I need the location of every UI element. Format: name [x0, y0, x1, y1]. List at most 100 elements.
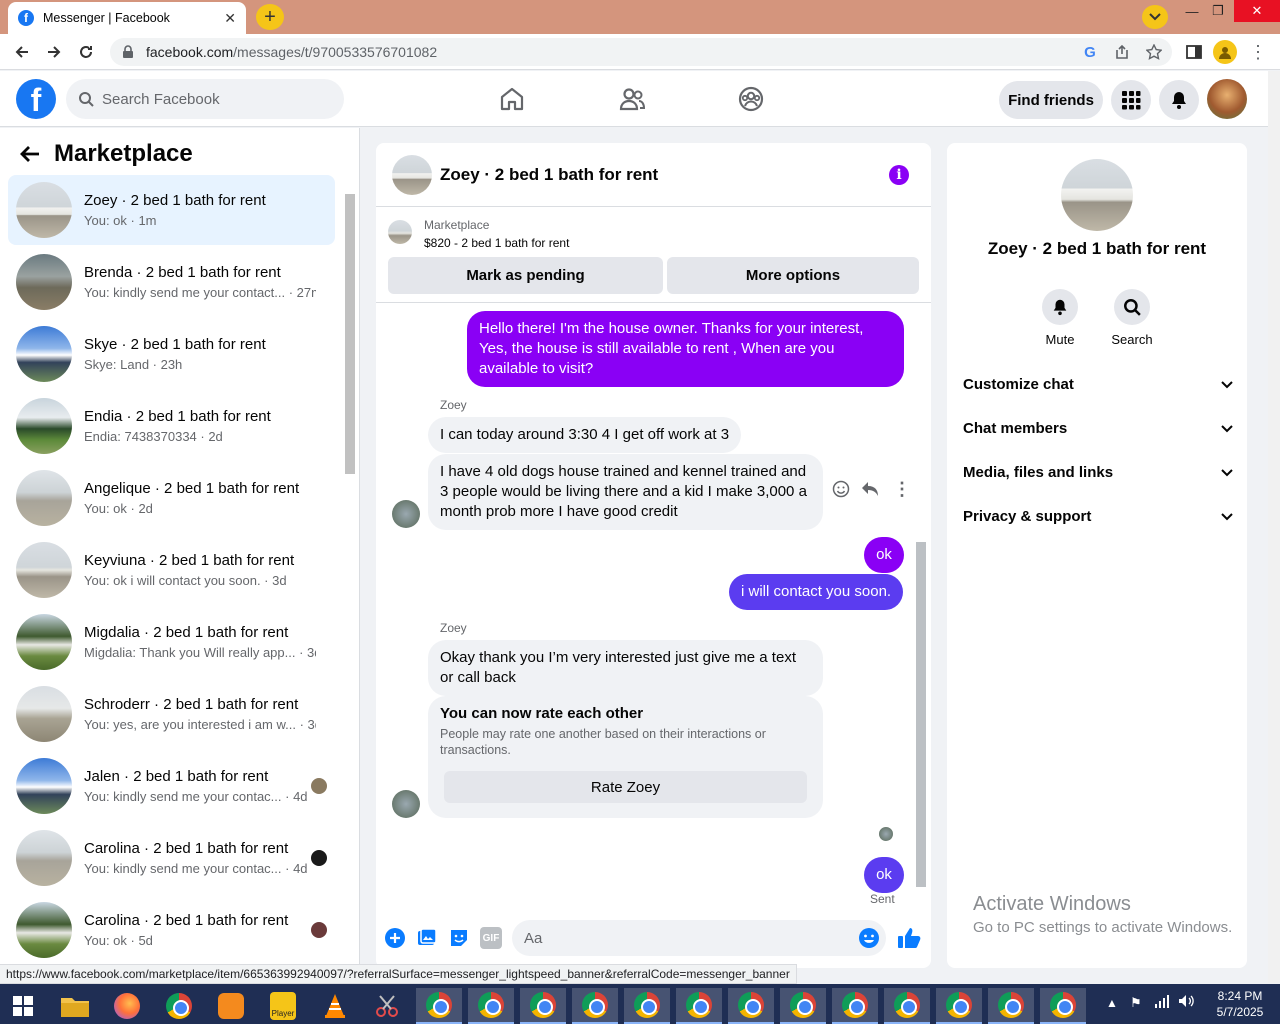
conversation-item[interactable]: Migdalia · 2 bed 1 bath for rent Migdalia…: [8, 607, 335, 677]
bookmark-star-icon[interactable]: [1142, 40, 1166, 64]
more-icon[interactable]: ⋮: [893, 479, 911, 500]
chrome-window-icon[interactable]: [624, 988, 670, 1024]
conversation-preview: You: ok i will contact you soon. · 3d: [84, 573, 287, 588]
start-windows-icon[interactable]: [0, 988, 46, 1024]
chrome-window-icon[interactable]: [728, 988, 774, 1024]
conversation-item[interactable]: Endia · 2 bed 1 bath for rent Endia: 7438…: [8, 391, 335, 461]
search-in-conversation-button[interactable]: Search: [1092, 289, 1172, 347]
listing-title[interactable]: $820 - 2 bed 1 bath for rent: [424, 236, 569, 250]
conversation-item[interactable]: Skye · 2 bed 1 bath for rent Skye: Land ·…: [8, 319, 335, 389]
conversation-item[interactable]: Schroderr · 2 bed 1 bath for rent You: ye…: [8, 679, 335, 749]
friends-icon[interactable]: [618, 85, 646, 113]
facebook-header: f Search Facebook Find friends: [0, 71, 1268, 127]
share-icon[interactable]: [1110, 40, 1134, 64]
conversation-item[interactable]: Angelique · 2 bed 1 bath for rent You: ok…: [8, 463, 335, 533]
conversation-name: Schroderr · 2 bed 1 bath for rent: [84, 696, 299, 713]
tab-close-icon[interactable]: ✕: [224, 10, 236, 27]
snipping-tool-icon[interactable]: [364, 988, 410, 1024]
page-scrollbar[interactable]: [1268, 71, 1280, 983]
chrome-window-icon[interactable]: [676, 988, 722, 1024]
customize-chat-row[interactable]: Customize chat: [963, 376, 1233, 393]
find-friends-button[interactable]: Find friends: [999, 81, 1103, 119]
arrow-right-icon: [48, 46, 61, 58]
back-button[interactable]: [10, 40, 34, 64]
reply-icon[interactable]: [861, 481, 879, 497]
network-signal-icon[interactable]: [1154, 994, 1170, 1008]
tab-search-button[interactable]: [1142, 5, 1168, 29]
chrome-icon[interactable]: [156, 988, 202, 1024]
volume-icon[interactable]: [1178, 994, 1194, 1008]
facebook-logo[interactable]: f: [16, 79, 56, 119]
forward-button[interactable]: [42, 40, 66, 64]
marketplace-label: Marketplace: [424, 218, 490, 232]
home-icon[interactable]: [498, 85, 526, 113]
rate-zoey-button[interactable]: Rate Zoey: [444, 771, 807, 803]
chrome-window-icon[interactable]: [468, 988, 514, 1024]
conversation-item[interactable]: Brenda · 2 bed 1 bath for rent You: kindl…: [8, 247, 335, 317]
chat-profile-photo[interactable]: [1061, 159, 1133, 231]
file-explorer-icon[interactable]: [52, 988, 98, 1024]
chat-title: Zoey · 2 bed 1 bath for rent: [440, 164, 659, 184]
more-options-button[interactable]: More options: [667, 257, 919, 294]
new-tab-button[interactable]: +: [256, 4, 284, 30]
chrome-window-icon[interactable]: [936, 988, 982, 1024]
plus-icon[interactable]: [384, 927, 406, 949]
chat-scrollbar[interactable]: [914, 307, 926, 907]
message-input[interactable]: Aa: [512, 920, 886, 956]
mute-button[interactable]: Mute: [1020, 289, 1100, 347]
chrome-menu-icon[interactable]: ⋮: [1246, 40, 1270, 64]
sticker-icon[interactable]: [448, 927, 470, 949]
chrome-window-icon[interactable]: [988, 988, 1034, 1024]
conversation-item[interactable]: Zoey · 2 bed 1 bath for rent You: ok · 1m: [8, 175, 335, 245]
photo-icon[interactable]: [416, 927, 438, 949]
uc-browser-icon[interactable]: [208, 988, 254, 1024]
restore-button[interactable]: ❐: [1198, 0, 1238, 22]
media-files-links-row[interactable]: Media, files and links: [963, 464, 1233, 481]
vlc-icon[interactable]: [312, 988, 358, 1024]
groups-icon[interactable]: [737, 85, 765, 113]
mark-as-pending-button[interactable]: Mark as pending: [388, 257, 663, 294]
firefox-icon[interactable]: [104, 988, 150, 1024]
emoji-icon[interactable]: [858, 927, 880, 949]
tab-messenger[interactable]: f Messenger | Facebook ✕: [8, 2, 246, 34]
profile-icon[interactable]: [1213, 40, 1237, 64]
account-avatar[interactable]: [1207, 79, 1247, 119]
chrome-window-icon[interactable]: [416, 988, 462, 1024]
marketplace-header: Marketplace: [20, 140, 193, 168]
chrome-window-icon[interactable]: [780, 988, 826, 1024]
search-facebook[interactable]: Search Facebook: [66, 79, 344, 119]
menu-grid-icon[interactable]: [1111, 80, 1151, 120]
reload-button[interactable]: [74, 40, 98, 64]
url-path: /messages/t/9700533576701082: [233, 44, 438, 60]
scrollbar-thumb[interactable]: [345, 194, 355, 474]
player-icon[interactable]: Player: [260, 988, 306, 1024]
chrome-window-icon[interactable]: [1040, 988, 1086, 1024]
chat-header[interactable]: Zoey · 2 bed 1 bath for rent i: [376, 143, 931, 207]
conversation-item[interactable]: Jalen · 2 bed 1 bath for rent You: kindly…: [8, 751, 335, 821]
tray-chevron-icon[interactable]: ▲: [1106, 996, 1118, 1010]
google-icon[interactable]: G: [1078, 40, 1102, 64]
back-arrow-icon[interactable]: [20, 145, 40, 163]
chrome-window-icon[interactable]: [832, 988, 878, 1024]
conversation-item[interactable]: Keyviuna · 2 bed 1 bath for rent You: ok …: [8, 535, 335, 605]
privacy-support-row[interactable]: Privacy & support: [963, 508, 1233, 525]
gif-icon[interactable]: GIF: [480, 927, 502, 949]
side-panel-icon[interactable]: [1182, 40, 1206, 64]
taskbar-clock[interactable]: 8:24 PM 5/7/2025: [1205, 988, 1275, 1020]
conversation-item[interactable]: Carolina · 2 bed 1 bath for rent You: ok …: [8, 895, 335, 964]
chrome-window-icon[interactable]: [572, 988, 618, 1024]
chat-members-row[interactable]: Chat members: [963, 420, 1233, 437]
close-window-button[interactable]: ✕: [1234, 0, 1280, 22]
react-smiley-icon[interactable]: [832, 480, 850, 498]
conversation-item[interactable]: Carolina · 2 bed 1 bath for rent You: kin…: [8, 823, 335, 893]
flag-icon[interactable]: ⚑: [1130, 995, 1142, 1011]
scrollbar-thumb[interactable]: [916, 542, 926, 887]
like-thumb-icon[interactable]: [897, 927, 921, 949]
notifications-bell-icon[interactable]: [1159, 80, 1199, 120]
chrome-window-icon[interactable]: [884, 988, 930, 1024]
chrome-window-icon[interactable]: [520, 988, 566, 1024]
listing-thumbnail[interactable]: [388, 220, 412, 244]
chat-list-scrollbar[interactable]: [343, 176, 357, 964]
info-icon[interactable]: i: [889, 165, 909, 185]
address-bar[interactable]: facebook.com/messages/t/9700533576701082: [110, 38, 1172, 66]
